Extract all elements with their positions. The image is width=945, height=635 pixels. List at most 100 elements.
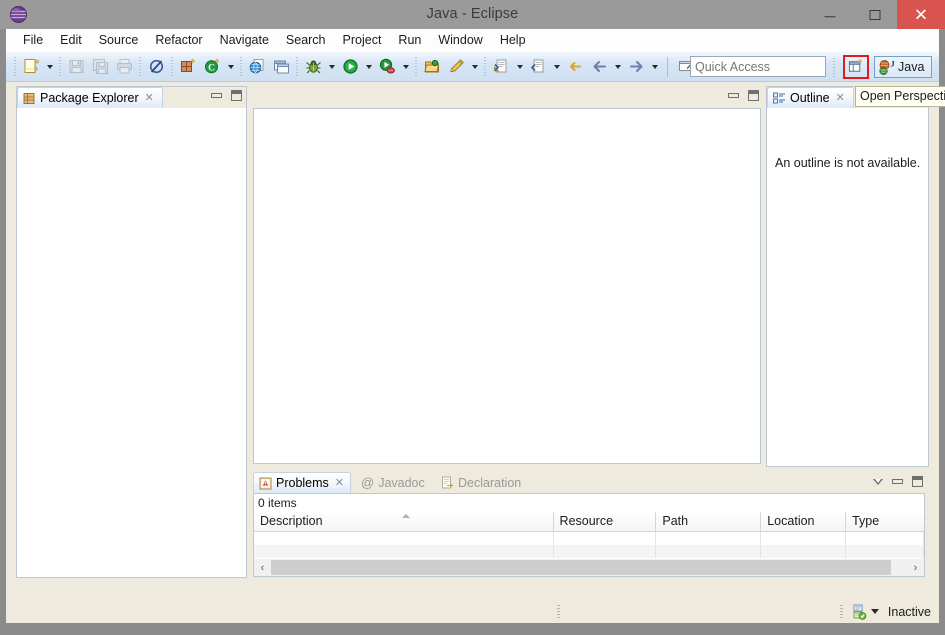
- menu-file[interactable]: File: [15, 31, 52, 50]
- workbench-area: Package Explorer ✕ Outline ✕ An outline …: [6, 82, 939, 623]
- problems-table-header: Description Resource Path Location Type: [254, 512, 924, 532]
- print-icon[interactable]: [112, 55, 136, 79]
- scrollbar-thumb[interactable]: [271, 560, 891, 575]
- mark-occurrences-icon[interactable]: [144, 55, 168, 79]
- window-title: Java - Eclipse: [426, 6, 519, 22]
- window-controls: ✕: [807, 0, 945, 29]
- quick-access-input[interactable]: [690, 56, 826, 77]
- back-arrow-icon[interactable]: [587, 55, 611, 79]
- menu-source[interactable]: Source: [91, 31, 148, 50]
- scrollbar-track[interactable]: [271, 559, 907, 576]
- editor-empty-surface[interactable]: [253, 108, 761, 464]
- status-bar: Inactive: [6, 600, 939, 623]
- menu-help[interactable]: Help: [492, 31, 535, 50]
- new-file-dropdown[interactable]: [43, 55, 56, 79]
- toolbar-separator: [833, 58, 835, 77]
- external-tools-icon[interactable]: [375, 55, 399, 79]
- package-explorer-view: Package Explorer ✕: [16, 86, 247, 578]
- menu-search[interactable]: Search: [278, 31, 335, 50]
- problems-table-body: [254, 532, 924, 558]
- declaration-icon: [442, 476, 454, 489]
- forward-arrow-icon[interactable]: [624, 55, 648, 79]
- outline-empty-message: An outline is not available.: [775, 156, 921, 170]
- forward-dropdown[interactable]: [648, 55, 661, 79]
- close-button[interactable]: ✕: [897, 0, 945, 29]
- menu-project[interactable]: Project: [335, 31, 391, 50]
- sort-ascending-icon: [402, 514, 410, 518]
- menu-edit[interactable]: Edit: [52, 31, 91, 50]
- perspective-java-button[interactable]: J Java: [874, 56, 932, 78]
- run-play-icon[interactable]: [338, 55, 362, 79]
- previous-annotation-dropdown[interactable]: [550, 55, 563, 79]
- menu-refactor[interactable]: Refactor: [147, 31, 211, 50]
- save-all-icon[interactable]: [88, 55, 112, 79]
- tab-package-explorer-label: Package Explorer: [40, 91, 139, 105]
- tab-declaration[interactable]: Declaration: [436, 472, 536, 493]
- new-class-dropdown[interactable]: [224, 55, 237, 79]
- horizontal-scrollbar[interactable]: ‹ ›: [254, 559, 924, 576]
- toolbar-separator: [240, 56, 242, 77]
- column-header-resource[interactable]: Resource: [554, 512, 657, 531]
- svg-text:J: J: [891, 59, 896, 69]
- maximize-button[interactable]: [852, 0, 897, 29]
- problems-icon: [259, 477, 272, 489]
- scroll-right-arrow-icon[interactable]: ›: [907, 559, 924, 576]
- tab-outline[interactable]: Outline ✕: [767, 87, 854, 108]
- previous-annotation-icon[interactable]: [526, 55, 550, 79]
- minimize-icon[interactable]: [892, 479, 903, 484]
- back-dropdown[interactable]: [611, 55, 624, 79]
- column-header-location[interactable]: Location: [761, 512, 847, 531]
- close-icon[interactable]: ✕: [335, 477, 344, 489]
- view-menu-icon[interactable]: [873, 478, 883, 485]
- pencil-icon[interactable]: [444, 55, 468, 79]
- menu-navigate[interactable]: Navigate: [212, 31, 278, 50]
- menu-run[interactable]: Run: [390, 31, 430, 50]
- save-icon[interactable]: [64, 55, 88, 79]
- build-status-icon[interactable]: [851, 604, 867, 620]
- title-bar: Java - Eclipse ✕: [0, 0, 945, 29]
- table-row: [254, 545, 924, 558]
- web-browser-icon[interactable]: [245, 55, 269, 79]
- run-dropdown[interactable]: [362, 55, 375, 79]
- close-icon[interactable]: ✕: [145, 92, 154, 104]
- tab-package-explorer[interactable]: Package Explorer ✕: [17, 87, 163, 108]
- problems-item-count: 0 items: [258, 496, 297, 510]
- open-task-dropdown[interactable]: [468, 55, 481, 79]
- open-perspective-button[interactable]: [843, 55, 869, 79]
- close-icon[interactable]: ✕: [836, 92, 845, 104]
- toolbar-separator: [139, 56, 141, 77]
- tab-problems[interactable]: Problems ✕: [253, 472, 351, 493]
- new-class-icon[interactable]: C: [200, 55, 224, 79]
- new-window-icon[interactable]: [269, 55, 293, 79]
- minimize-icon[interactable]: [211, 93, 222, 98]
- status-grip: [839, 605, 843, 618]
- package-explorer-tree[interactable]: [17, 108, 246, 577]
- minimize-icon: [824, 16, 835, 18]
- next-annotation-icon[interactable]: [489, 55, 513, 79]
- toolbar-separator: [59, 56, 61, 77]
- external-tools-dropdown[interactable]: [399, 55, 412, 79]
- maximize-icon[interactable]: [912, 476, 923, 487]
- menu-window[interactable]: Window: [430, 31, 491, 50]
- scroll-left-arrow-icon[interactable]: ‹: [254, 559, 271, 576]
- maximize-icon[interactable]: [748, 90, 759, 101]
- debug-bug-icon[interactable]: [301, 55, 325, 79]
- new-file-icon[interactable]: [19, 55, 43, 79]
- open-type-folder-icon[interactable]: [420, 55, 444, 79]
- column-header-path[interactable]: Path: [656, 512, 762, 531]
- java-perspective-icon: J: [879, 59, 896, 75]
- package-explorer-icon: [23, 92, 35, 104]
- minimize-icon[interactable]: [728, 93, 739, 98]
- next-annotation-dropdown[interactable]: [513, 55, 526, 79]
- new-package-icon[interactable]: [176, 55, 200, 79]
- tab-javadoc[interactable]: @ Javadoc: [356, 472, 434, 493]
- minimize-button[interactable]: [807, 0, 852, 29]
- column-header-type[interactable]: Type: [846, 512, 924, 531]
- last-edit-icon[interactable]: [563, 55, 587, 79]
- debug-dropdown[interactable]: [325, 55, 338, 79]
- maximize-icon[interactable]: [231, 90, 242, 101]
- problems-content: 0 items Description Resource Path Locati…: [253, 493, 925, 577]
- column-header-description[interactable]: Description: [254, 512, 554, 531]
- svg-text:C: C: [208, 63, 215, 73]
- status-dropdown-arrow-icon[interactable]: [870, 609, 879, 614]
